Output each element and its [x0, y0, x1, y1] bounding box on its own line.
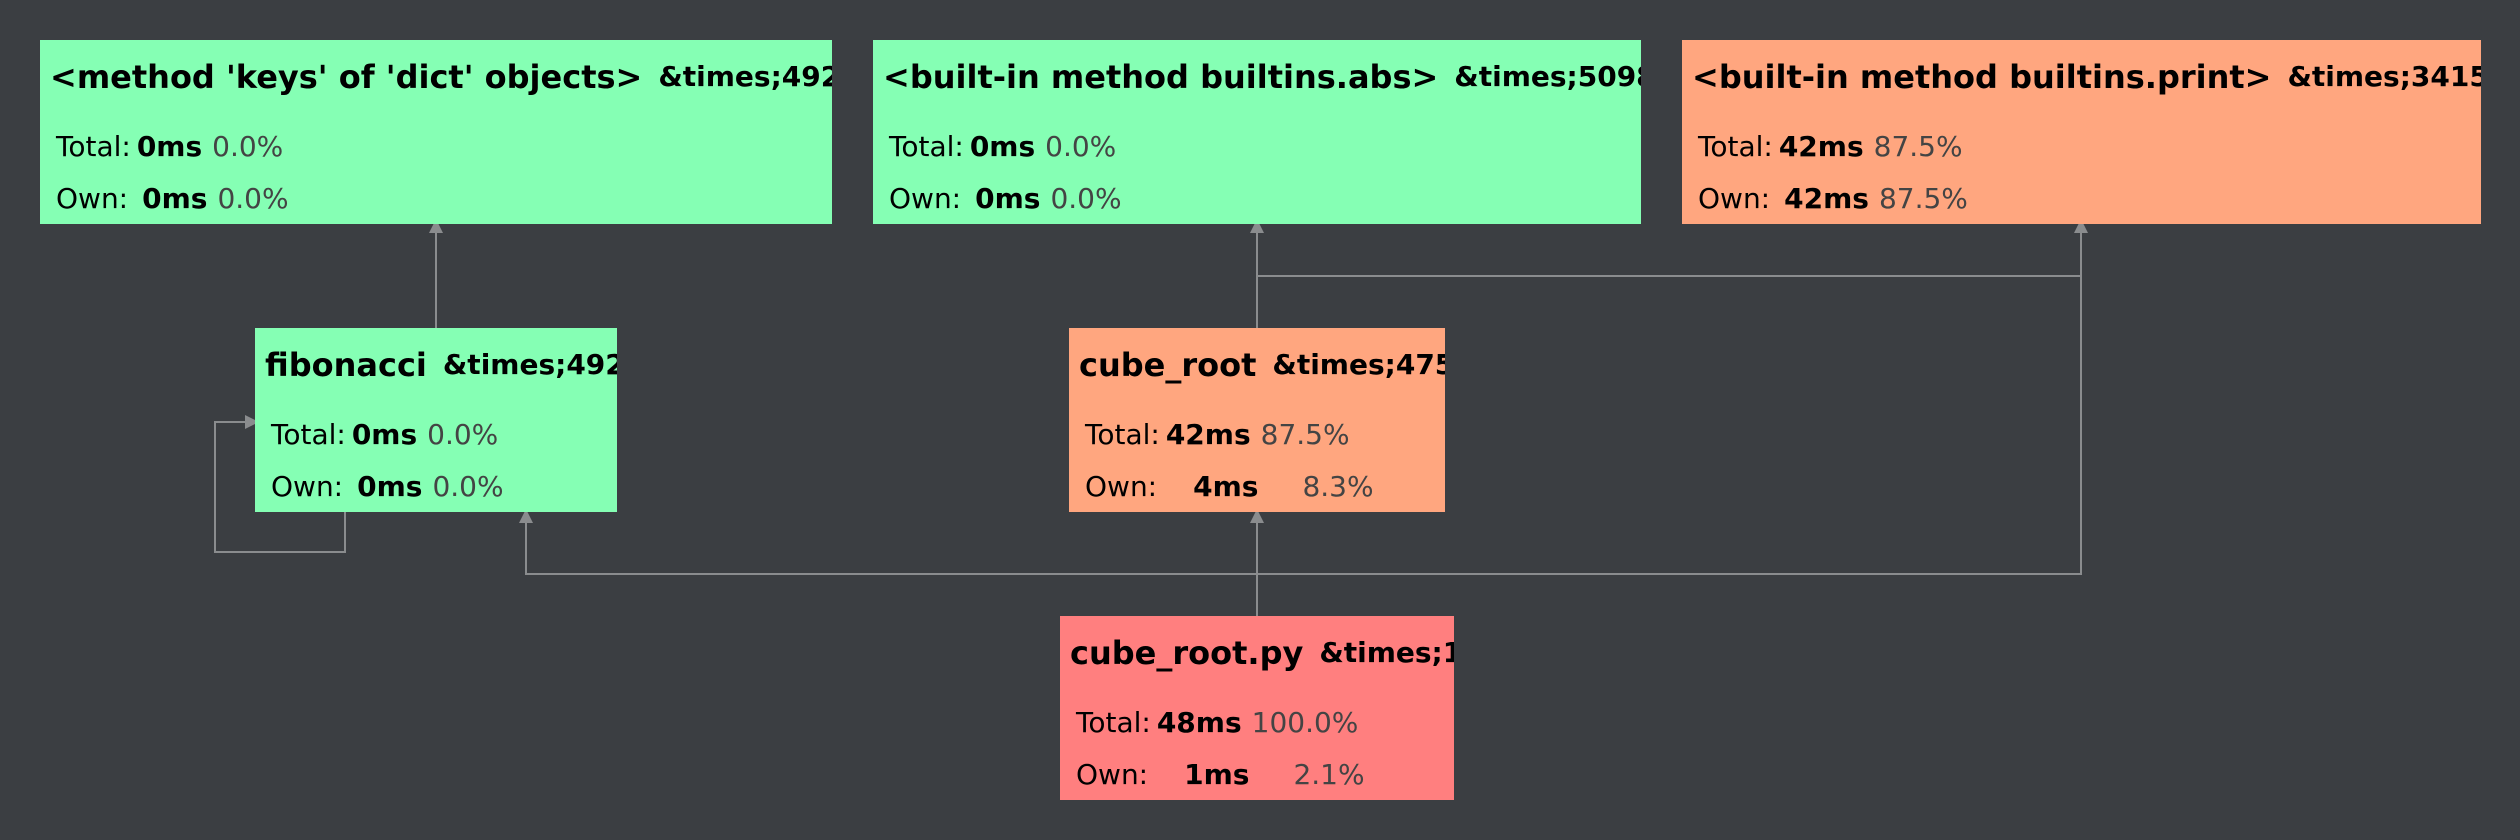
- total-percent: 87.5%: [1260, 418, 1350, 451]
- total-label: Total:: [1698, 130, 1773, 163]
- total-label: Total:: [1085, 418, 1160, 451]
- node-dict-keys[interactable]: <method 'keys' of 'dict' objects> &times…: [40, 40, 832, 224]
- total-percent: 0.0%: [212, 130, 284, 163]
- call-count: &times;3415: [2287, 60, 2481, 93]
- total-time: 0ms: [969, 130, 1036, 163]
- node-cube-root[interactable]: cube_root &times;475 Total: 42ms 87.5% O…: [1069, 328, 1445, 512]
- own-time: 0ms: [975, 182, 1041, 215]
- node-builtins-print[interactable]: <built-in method builtins.print> &times;…: [1682, 40, 2481, 224]
- own-percent: 2.1%: [1293, 758, 1365, 791]
- own-label: Own:: [1698, 182, 1771, 215]
- own-percent: 0.0%: [1050, 182, 1122, 215]
- total-row: Total: 0ms 0.0%: [889, 124, 1116, 170]
- call-count: &times;475: [1272, 348, 1445, 381]
- own-row: Own: 42ms 87.5%: [1698, 176, 1968, 222]
- call-count: &times;1: [1319, 636, 1454, 669]
- total-time: 48ms: [1156, 706, 1242, 739]
- total-label: Total:: [889, 130, 964, 163]
- total-time: 42ms: [1778, 130, 1864, 163]
- total-time: 0ms: [136, 130, 203, 163]
- node-title: <built-in method builtins.abs> &times;50…: [883, 40, 1641, 114]
- total-percent: 0.0%: [1045, 130, 1117, 163]
- own-percent: 87.5%: [1878, 182, 1968, 215]
- node-title: <built-in method builtins.print> &times;…: [1692, 40, 2481, 114]
- call-count: &times;5098: [1454, 60, 1641, 93]
- call-count: &times;492: [658, 60, 832, 93]
- node-title: cube_root.py &times;1: [1070, 616, 1454, 690]
- own-time: 42ms: [1784, 182, 1869, 215]
- total-label: Total:: [56, 130, 131, 163]
- function-name: <built-in method builtins.abs>: [883, 58, 1439, 96]
- own-percent: 0.0%: [217, 182, 289, 215]
- total-time: 42ms: [1165, 418, 1251, 451]
- total-label: Total:: [271, 418, 346, 451]
- own-time: 0ms: [357, 470, 423, 503]
- own-time: 4ms: [1193, 470, 1259, 503]
- total-time: 0ms: [351, 418, 418, 451]
- own-label: Own:: [271, 470, 344, 503]
- function-name: <built-in method builtins.print>: [1692, 58, 2272, 96]
- own-percent: 8.3%: [1302, 470, 1374, 503]
- total-row: Total: 42ms 87.5%: [1085, 412, 1350, 458]
- own-label: Own:: [1076, 758, 1149, 791]
- function-name: <method 'keys' of 'dict' objects>: [50, 58, 643, 96]
- total-row: Total: 42ms 87.5%: [1698, 124, 1963, 170]
- total-row: Total: 0ms 0.0%: [56, 124, 283, 170]
- call-count: &times;492: [442, 348, 617, 381]
- total-percent: 87.5%: [1873, 130, 1963, 163]
- own-row: Own: 0ms 0.0%: [56, 176, 289, 222]
- total-row: Total: 48ms 100.0%: [1076, 700, 1358, 746]
- own-row: Own: 4ms 8.3%: [1085, 464, 1374, 510]
- function-name: cube_root.py: [1070, 634, 1304, 672]
- node-fibonacci[interactable]: fibonacci &times;492 Total: 0ms 0.0% Own…: [255, 328, 617, 512]
- node-title: fibonacci &times;492: [265, 328, 617, 402]
- node-title: <method 'keys' of 'dict' objects> &times…: [50, 40, 832, 114]
- total-percent: 0.0%: [427, 418, 499, 451]
- own-label: Own:: [56, 182, 129, 215]
- edge-cube_root-print: [1257, 219, 2088, 277]
- own-row: Own: 0ms 0.0%: [889, 176, 1122, 222]
- own-time: 0ms: [142, 182, 208, 215]
- total-row: Total: 0ms 0.0%: [271, 412, 498, 458]
- node-cube-root-script[interactable]: cube_root.py &times;1 Total: 48ms 100.0%…: [1060, 616, 1454, 800]
- own-row: Own: 0ms 0.0%: [271, 464, 504, 510]
- own-row: Own: 1ms 2.1%: [1076, 752, 1365, 798]
- own-label: Own:: [889, 182, 962, 215]
- function-name: fibonacci: [265, 346, 427, 384]
- node-builtins-abs[interactable]: <built-in method builtins.abs> &times;50…: [873, 40, 1641, 224]
- edge-script-fibonacci: [519, 509, 1257, 575]
- own-label: Own:: [1085, 470, 1158, 503]
- own-percent: 0.0%: [432, 470, 504, 503]
- function-name: cube_root: [1079, 346, 1257, 384]
- total-percent: 100.0%: [1251, 706, 1359, 739]
- node-title: cube_root &times;475: [1079, 328, 1445, 402]
- own-time: 1ms: [1184, 758, 1250, 791]
- total-label: Total:: [1076, 706, 1151, 739]
